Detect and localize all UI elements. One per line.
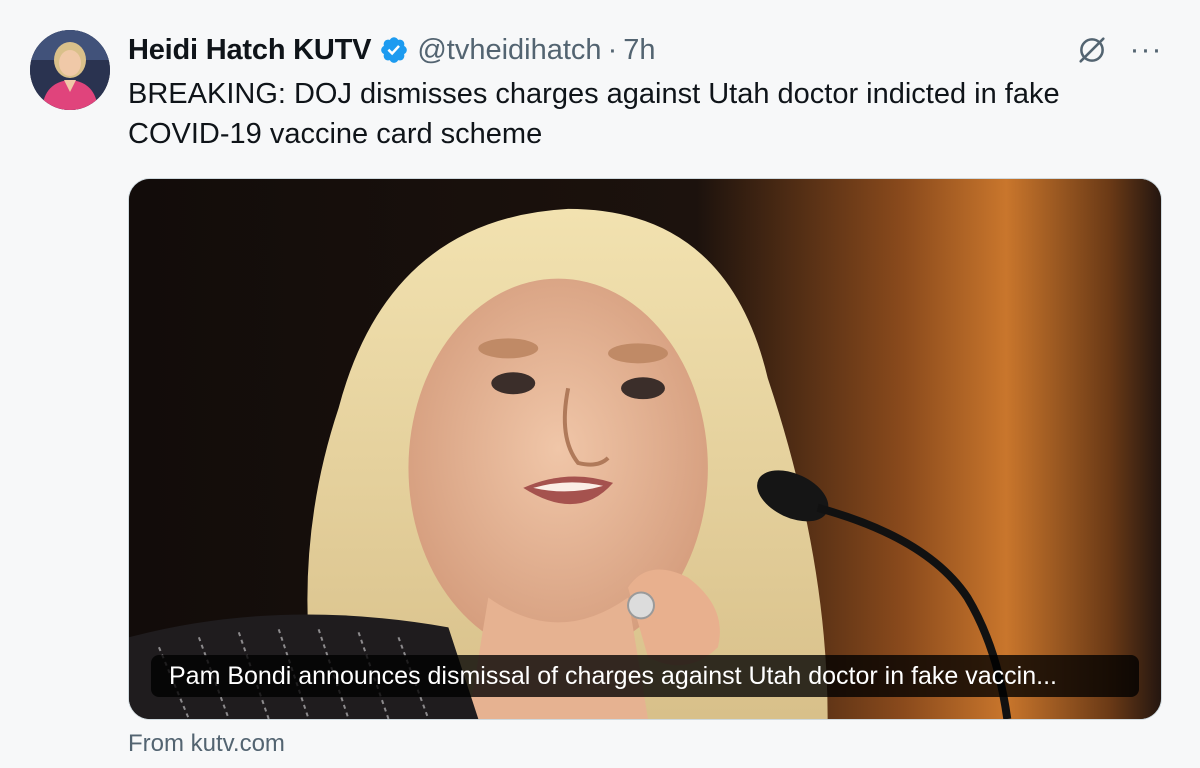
card-caption: Pam Bondi announces dismissal of charges… [151,655,1139,697]
verified-badge-icon[interactable] [379,35,409,65]
tweet[interactable]: Heidi Hatch KUTV @tvheidihatch · 7h ··· … [0,0,1200,768]
separator-dot: · [607,33,618,66]
card-image [129,179,1161,719]
avatar[interactable] [30,30,110,110]
more-options-icon[interactable]: ··· [1122,30,1170,70]
grok-icon[interactable] [1072,30,1112,70]
handle[interactable]: @tvheidihatch [417,34,601,67]
tweet-header: Heidi Hatch KUTV @tvheidihatch · 7h [128,30,656,70]
tweet-text: BREAKING: DOJ dismisses charges against … [128,78,1060,150]
card-source[interactable]: From kutv.com [128,730,285,758]
link-card[interactable]: Pam Bondi announces dismissal of charges… [128,178,1162,720]
display-name[interactable]: Heidi Hatch KUTV [128,34,372,67]
timestamp[interactable]: 7h [623,34,655,67]
avatar-image [30,30,110,110]
